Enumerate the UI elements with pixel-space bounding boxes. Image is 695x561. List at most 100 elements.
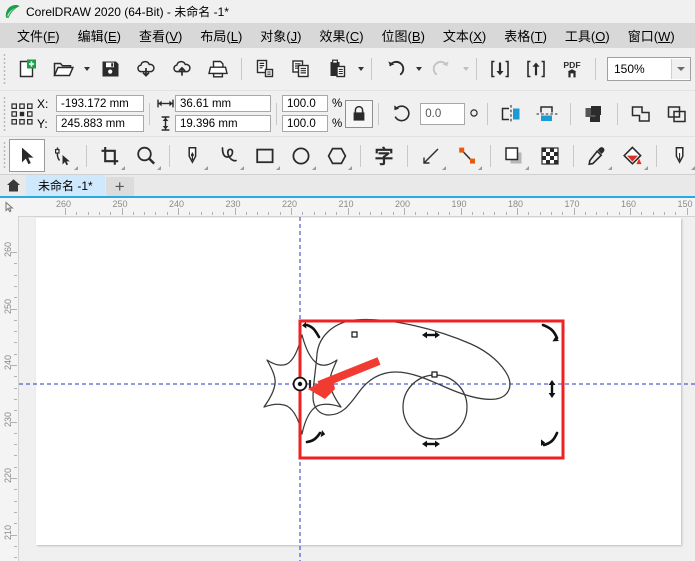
open-document-icon[interactable] [45,51,81,87]
paste-icon[interactable] [319,51,355,87]
paste-dropdown-icon[interactable] [355,52,366,86]
freehand-tool[interactable] [175,139,211,172]
menu-window[interactable]: 窗口(W) [619,23,684,48]
rotate-icon[interactable] [384,96,420,132]
copy-icon[interactable] [283,51,319,87]
shape-tool[interactable] [45,139,81,172]
object-order-icon[interactable] [576,96,612,132]
flyout-indicator[interactable] [348,166,352,170]
canvas-artwork[interactable] [19,217,695,561]
vertical-ruler[interactable]: 260250240230220210 [0,216,19,561]
object-position-anchor-icon[interactable] [9,101,35,127]
transparency-tool[interactable] [532,139,568,172]
toolbox-grip[interactable] [0,137,9,174]
rotation-center-icon[interactable] [294,378,307,391]
flyout-indicator[interactable] [644,166,648,170]
text-tool[interactable]: 字 [366,139,402,172]
menu-table[interactable]: 表格(T) [495,23,556,48]
flyout-indicator[interactable] [121,166,125,170]
import-cloud-icon[interactable] [128,51,164,87]
cut-icon[interactable] [247,51,283,87]
width-input[interactable]: 36.61 mm [175,95,271,112]
flyout-indicator[interactable] [276,166,280,170]
redo-dropdown-icon[interactable] [460,52,471,86]
boomerang-shape[interactable] [313,320,510,415]
mirror-vertical-icon[interactable] [529,96,565,132]
selection-bounding-box[interactable] [300,321,563,458]
redo-icon[interactable] [424,51,460,87]
flyout-indicator[interactable] [525,166,529,170]
connector-tool[interactable] [449,139,485,172]
toolbar-grip[interactable] [0,48,9,90]
ellipse-tool[interactable] [283,139,319,172]
flyout-indicator[interactable] [157,166,161,170]
flyout-indicator[interactable] [442,166,446,170]
mirror-horizontal-icon[interactable] [493,96,529,132]
publish-pdf-icon[interactable]: PDF [554,51,590,87]
flyout-indicator[interactable] [478,166,482,170]
height-input[interactable]: 19.396 mm [175,115,271,132]
menu-text[interactable]: 文本(X) [434,23,495,48]
artistic-media-tool[interactable] [211,139,247,172]
zoom-tool[interactable] [128,139,164,172]
flyout-indicator[interactable] [240,166,244,170]
drawing-canvas[interactable] [19,217,695,561]
curve-node-handle[interactable] [352,332,357,337]
interactive-fill-tool[interactable] [615,139,651,172]
trim-icon[interactable] [659,96,695,132]
shadow-tool[interactable] [496,139,532,172]
flyout-indicator[interactable] [312,166,316,170]
x-position-input[interactable]: -193.172 mm [56,95,144,112]
rotate-bottom-right-handle[interactable] [544,433,557,445]
dimension-tool[interactable] [413,139,449,172]
rectangle-tool[interactable] [247,139,283,172]
weld-icon[interactable] [623,96,659,132]
menu-tools[interactable]: 工具(O) [556,23,619,48]
menu-file[interactable]: 文件(F) [8,23,69,48]
export-icon[interactable] [518,51,554,87]
horizontal-ruler[interactable]: 260250240230220210200190180170160150 [18,198,695,217]
menu-view[interactable]: 查看(V) [130,23,191,48]
lock-ratio-icon[interactable] [345,100,373,128]
import-icon[interactable] [482,51,518,87]
undo-icon[interactable] [377,51,413,87]
rotation-angle-input[interactable]: 0.0 [420,103,465,125]
ruler-origin-icon[interactable] [0,198,19,217]
menu-effects[interactable]: 效果(C) [310,23,372,48]
new-document-icon[interactable] [9,51,45,87]
open-document-dropdown-icon[interactable] [81,52,92,86]
zoom-level-combobox[interactable]: 150% [607,57,691,81]
save-icon[interactable] [92,51,128,87]
crop-tool[interactable] [92,139,128,172]
flyout-indicator[interactable] [691,166,695,170]
circle-shape[interactable] [403,375,467,439]
print-icon[interactable] [200,51,236,87]
outline-tool[interactable] [662,139,695,172]
scale-top-handle[interactable] [422,332,440,339]
pick-tool[interactable] [9,139,45,172]
curve-node-handle[interactable] [432,372,437,377]
flyout-indicator[interactable] [608,166,612,170]
scale-bottom-handle[interactable] [422,441,440,448]
zoom-dropdown-icon[interactable] [671,59,690,79]
document-tab-untitled-1[interactable]: 未命名 -1* [26,175,105,196]
property-bar-grip[interactable] [0,91,9,136]
color-eyedropper-tool[interactable] [579,139,615,172]
menu-bitmaps[interactable]: 位图(B) [373,23,434,48]
flyout-indicator[interactable] [74,166,78,170]
home-icon[interactable] [0,175,26,196]
undo-dropdown-icon[interactable] [413,52,424,86]
rotate-top-left-handle[interactable] [307,325,319,337]
polygon-tool[interactable] [319,139,355,172]
flyout-indicator[interactable] [204,166,208,170]
add-page-button[interactable]: + [106,177,134,196]
y-position-input[interactable]: 245.883 mm [56,115,144,132]
menu-edit[interactable]: 编辑(E) [69,23,130,48]
menu-layout[interactable]: 布局(L) [191,23,251,48]
export-cloud-icon[interactable] [164,51,200,87]
scale-horizontal-input[interactable]: 100.0 [282,95,328,112]
menu-object[interactable]: 对象(J) [251,23,310,48]
rotate-bottom-left-handle[interactable] [307,433,320,442]
scale-right-handle[interactable] [549,380,556,398]
scale-vertical-input[interactable]: 100.0 [282,115,328,132]
